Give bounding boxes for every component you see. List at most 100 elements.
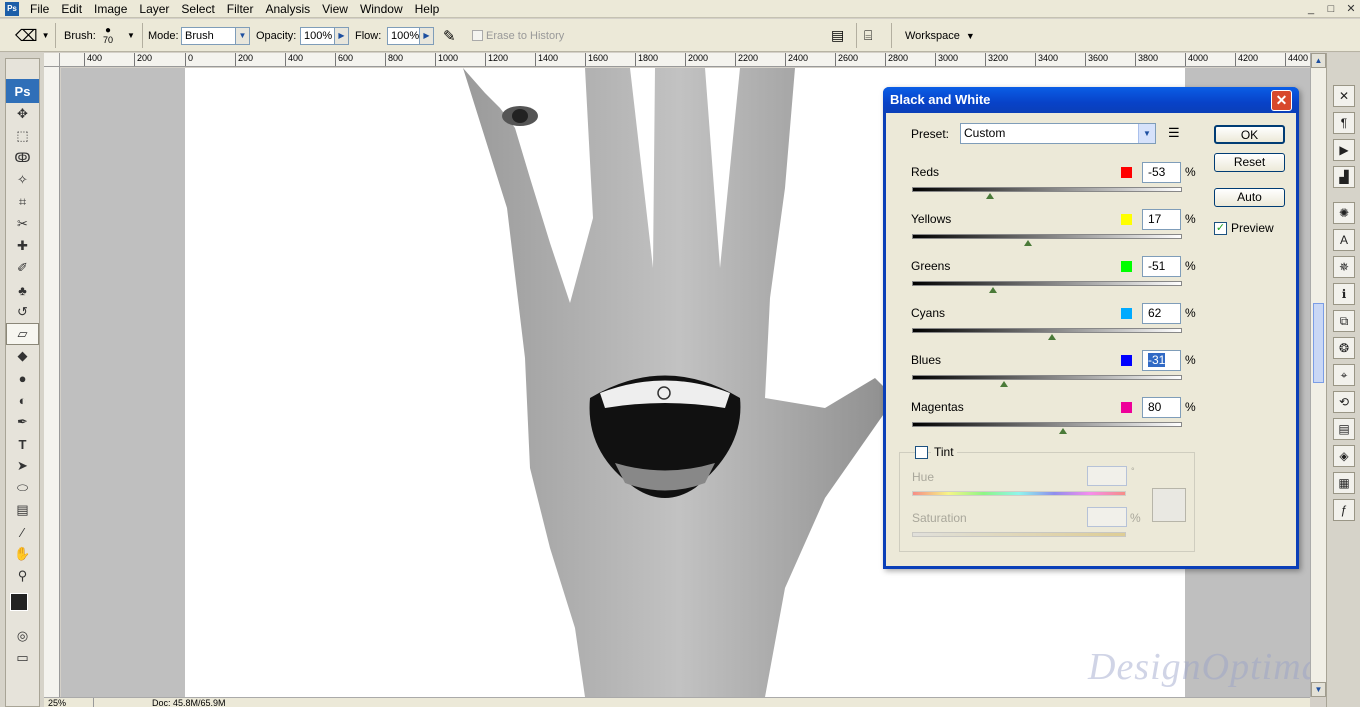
eraser-tool-icon[interactable]: ⌫ ▼ <box>15 19 50 52</box>
channels-icon[interactable]: ❂ <box>1333 337 1355 359</box>
channel-value-input[interactable]: -51 <box>1142 256 1181 277</box>
preview-checkbox[interactable]: ✓ <box>1214 222 1227 235</box>
close-icon[interactable]: ✕ <box>1271 90 1292 111</box>
foreground-color[interactable] <box>10 593 28 611</box>
bridge-icon[interactable]: ⌸ <box>864 19 872 52</box>
menu-select[interactable]: Select <box>175 1 220 17</box>
magic-wand-icon[interactable]: ✧ <box>6 169 39 191</box>
slice-icon[interactable]: ✂ <box>6 213 39 235</box>
swatches-icon[interactable]: ▦ <box>1333 472 1355 494</box>
paint-bucket-icon[interactable]: ◆ <box>6 345 39 367</box>
clone-source-icon[interactable]: ⧉ <box>1333 310 1355 332</box>
brush-dropdown-icon[interactable]: ▼ <box>127 19 135 52</box>
brush-icon[interactable]: ✐ <box>6 257 39 279</box>
dialog-title[interactable]: Black and White <box>883 87 1299 113</box>
menu-analysis[interactable]: Analysis <box>259 1 316 17</box>
eyedropper-icon[interactable]: ⁄ <box>6 521 39 543</box>
clone-stamp-icon[interactable]: ♣ <box>6 279 39 301</box>
channel-slider-track[interactable] <box>912 234 1182 239</box>
styles-icon[interactable]: ◈ <box>1333 445 1355 467</box>
airbrush-icon[interactable]: ✎ <box>443 19 456 52</box>
workspace-menu[interactable]: Workspace ▼ <box>905 19 975 52</box>
notes-icon[interactable]: ▤ <box>6 499 39 521</box>
menu-edit[interactable]: Edit <box>55 1 88 17</box>
menu-layer[interactable]: Layer <box>133 1 175 17</box>
paths-icon[interactable]: ⌖ <box>1333 364 1355 386</box>
menu-view[interactable]: View <box>316 1 354 17</box>
ruler-tick-label: 3600 <box>1085 53 1108 66</box>
crop-icon[interactable]: ⌗ <box>6 191 39 213</box>
auto-button[interactable]: Auto <box>1214 188 1285 207</box>
channel-slider-thumb[interactable] <box>1024 240 1033 246</box>
eraser-icon[interactable]: ▱ <box>6 323 39 345</box>
channel-slider-thumb[interactable] <box>999 381 1008 387</box>
healing-brush-icon[interactable]: ✚ <box>6 235 39 257</box>
type-icon[interactable]: T <box>6 433 39 455</box>
tint-checkbox[interactable] <box>915 446 928 459</box>
move-icon[interactable]: ✥ <box>6 103 39 125</box>
opacity-input[interactable]: 100% ▶ <box>300 19 349 52</box>
channel-value-input[interactable]: -53 <box>1142 162 1181 183</box>
menu-file[interactable]: File <box>24 1 55 17</box>
channel-slider-track[interactable] <box>912 281 1182 286</box>
history-icon[interactable]: ⟲ <box>1333 391 1355 413</box>
flow-input[interactable]: 100% ▶ <box>387 19 434 52</box>
reset-button[interactable]: Reset <box>1214 153 1285 172</box>
paragraph-icon[interactable]: ¶ <box>1333 112 1355 134</box>
brush-picker[interactable]: ● 70 <box>103 19 113 52</box>
marquee-icon[interactable]: ⬚ <box>6 125 39 147</box>
channel-slider-track[interactable] <box>912 375 1182 380</box>
hand-icon[interactable]: ✋ <box>6 543 39 565</box>
path-selection-icon[interactable]: ➤ <box>6 455 39 477</box>
channel-slider-thumb[interactable] <box>1059 428 1068 434</box>
scroll-down-icon[interactable]: ▼ <box>1311 682 1326 697</box>
brushes-icon[interactable]: ✺ <box>1333 202 1355 224</box>
menu-image[interactable]: Image <box>88 1 133 17</box>
scroll-thumb[interactable] <box>1313 303 1324 383</box>
channel-value-input[interactable]: -31 <box>1142 350 1181 371</box>
zoom-level[interactable]: 25% <box>44 697 94 707</box>
zoom-icon[interactable]: ⚲ <box>6 565 39 587</box>
preset-select[interactable]: Custom ▼ <box>960 123 1156 144</box>
fx-icon[interactable]: ƒ <box>1333 499 1355 521</box>
mode-select[interactable]: Brush ▼ <box>181 19 250 52</box>
ruler-tick-label: 3200 <box>985 53 1008 66</box>
preset-options-icon[interactable]: ☰ <box>1168 125 1180 141</box>
actions-icon[interactable]: ▶ <box>1333 139 1355 161</box>
palette-well-icon[interactable]: ▤ <box>831 19 844 52</box>
menu-filter[interactable]: Filter <box>221 1 260 17</box>
history-brush-icon[interactable]: ↺ <box>6 301 39 323</box>
blur-icon[interactable]: ● <box>6 367 39 389</box>
tools-preset-icon[interactable]: ✕ <box>1333 85 1355 107</box>
minimize-button[interactable]: _ <box>1303 2 1319 16</box>
menu-window[interactable]: Window <box>354 1 409 17</box>
channel-value-input[interactable]: 62 <box>1142 303 1181 324</box>
layer-comps-icon[interactable]: ▤ <box>1333 418 1355 440</box>
color-swatches[interactable] <box>6 587 39 625</box>
histogram-icon[interactable]: ▟ <box>1333 166 1355 188</box>
restore-button[interactable]: □ <box>1323 2 1339 16</box>
quick-mask-icon[interactable]: ◎ <box>6 625 39 647</box>
shape-icon[interactable]: ⬭ <box>6 477 39 499</box>
pen-icon[interactable]: ✒ <box>6 411 39 433</box>
channel-slider-track[interactable] <box>912 422 1182 427</box>
channel-value-input[interactable]: 80 <box>1142 397 1181 418</box>
channel-slider-track[interactable] <box>912 328 1182 333</box>
navigator-icon[interactable]: ✵ <box>1333 256 1355 278</box>
lasso-icon[interactable]: ↂ <box>6 147 39 169</box>
screen-mode-icon[interactable]: ▭ <box>6 647 39 669</box>
erase-to-history-checkbox[interactable]: Erase to History <box>472 19 564 52</box>
close-window-button[interactable]: ✕ <box>1343 2 1359 16</box>
channel-value-input[interactable]: 17 <box>1142 209 1181 230</box>
channel-slider-thumb[interactable] <box>986 193 995 199</box>
vertical-scrollbar[interactable]: ▲ ▼ <box>1310 53 1326 697</box>
menu-help[interactable]: Help <box>409 1 446 17</box>
info-icon[interactable]: ℹ <box>1333 283 1355 305</box>
channel-slider-thumb[interactable] <box>1048 334 1057 340</box>
scroll-up-icon[interactable]: ▲ <box>1311 53 1326 68</box>
ok-button[interactable]: OK <box>1214 125 1285 144</box>
channel-slider-thumb[interactable] <box>989 287 997 293</box>
channel-slider-track[interactable] <box>912 187 1182 192</box>
character-icon[interactable]: A <box>1333 229 1355 251</box>
dodge-icon[interactable]: ◐ <box>6 389 39 411</box>
